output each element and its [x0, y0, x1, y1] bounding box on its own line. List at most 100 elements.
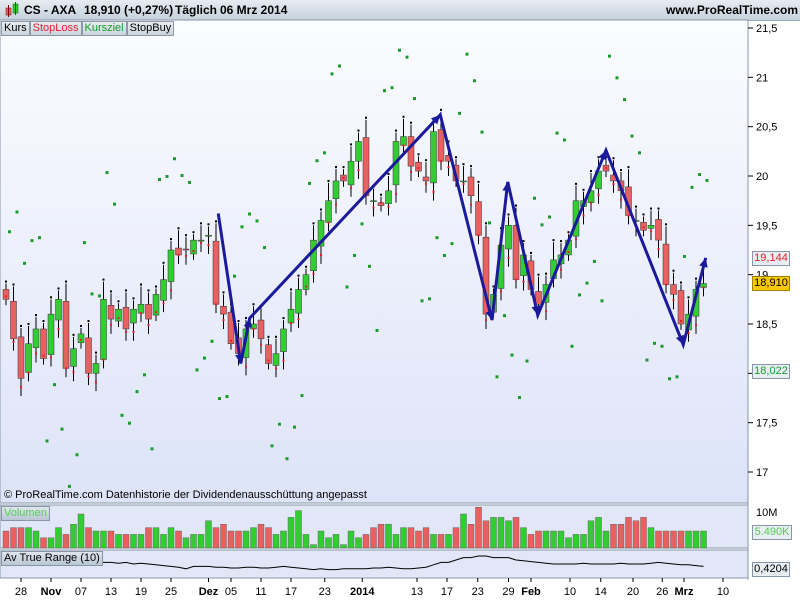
stopbuy-dot	[50, 296, 52, 299]
volume-bar	[415, 530, 422, 549]
candle	[662, 243, 670, 285]
volume-bar	[572, 534, 580, 549]
kursziel-dot	[285, 457, 289, 461]
stopbuy-dot	[635, 205, 637, 208]
stopbuy-dot	[492, 285, 495, 288]
kursziel-dot	[668, 377, 671, 381]
volume-bar	[85, 527, 92, 549]
legend-stoploss[interactable]: StopLoss	[29, 21, 82, 36]
stoploss-dot	[620, 198, 622, 201]
stoploss-dot	[215, 303, 217, 306]
volume-bar	[280, 530, 287, 549]
stopbuy-dot	[567, 231, 570, 234]
volume-bar	[595, 517, 602, 549]
y-tick-label: 19,5	[756, 220, 777, 232]
legend-kurs[interactable]: Kurs	[1, 21, 30, 36]
volume-bar	[535, 530, 542, 549]
stoploss-dot	[312, 272, 315, 275]
stopbuy-dot	[327, 179, 330, 182]
volume-bar	[242, 530, 250, 549]
candle	[407, 136, 415, 167]
kursziel-dot	[623, 98, 626, 102]
candle	[25, 343, 32, 373]
kursziel-dot	[225, 395, 229, 399]
stoploss-dot	[672, 299, 675, 302]
volume-bar	[685, 530, 692, 549]
x-tick-label: 10	[717, 586, 729, 598]
volume-bar	[272, 534, 280, 549]
y-tick-label: 21	[756, 72, 768, 84]
kursziel-dot	[555, 131, 559, 135]
stopbuy-dot	[522, 240, 525, 243]
stopbuy-dot	[335, 166, 337, 169]
kursziel-dot	[263, 246, 266, 250]
x-tick-label: 23	[472, 586, 484, 598]
volume-bar	[640, 517, 647, 549]
stopbuy-dot	[185, 234, 187, 237]
volume-bar	[385, 524, 392, 549]
candle	[325, 200, 332, 223]
kursziel-dot	[30, 239, 34, 243]
volume-bar	[625, 517, 632, 549]
volume-bar	[145, 527, 152, 549]
stopbuy-dot	[455, 156, 457, 159]
stoploss-dot	[387, 205, 390, 208]
stopbuy-dot	[575, 182, 577, 185]
x-tick-label: Feb	[521, 586, 541, 598]
volume-bar	[565, 537, 572, 549]
kursziel-dot	[338, 64, 341, 68]
stopbuy-dot	[215, 220, 217, 223]
volume-bar	[647, 527, 655, 549]
candle	[647, 225, 655, 229]
stopbuy-dot	[485, 222, 487, 225]
legend-kursziel[interactable]: Kursziel	[81, 21, 127, 36]
kursziel-dot	[488, 221, 491, 225]
stopbuy-dot	[305, 265, 307, 268]
x-tick-label: Mrz	[675, 586, 694, 598]
stoploss-dot	[95, 381, 97, 384]
candle	[467, 176, 475, 196]
volume-bar	[542, 530, 550, 549]
volume-bar	[160, 534, 167, 549]
stoploss-dot	[560, 268, 562, 271]
x-tick-label: 13	[105, 586, 117, 598]
stopbuy-dot	[642, 213, 645, 216]
volume-bar	[700, 530, 707, 549]
volume-bar	[175, 530, 182, 549]
candle	[332, 180, 340, 199]
stopbuy-dot	[20, 324, 22, 327]
stoploss-dot	[342, 176, 345, 179]
stopbuy-dot	[552, 239, 555, 242]
stoploss-dot	[5, 295, 7, 298]
volume-bar	[602, 530, 610, 549]
volume-bar	[512, 517, 520, 549]
kursziel-dot	[645, 358, 649, 362]
kursziel-dot	[465, 52, 469, 56]
kursziel-dot	[188, 180, 191, 184]
kursziel-dot	[195, 368, 199, 372]
stoploss-dot	[72, 371, 75, 374]
kursziel-dot	[53, 383, 56, 387]
stopbuy-dot	[590, 170, 592, 173]
volume-bar	[100, 530, 107, 549]
stopbuy-dot	[222, 291, 225, 294]
candle	[107, 305, 115, 320]
volume-scale: 10M	[756, 507, 778, 519]
stoploss-dot	[665, 283, 667, 286]
kursziel-dot	[143, 373, 146, 377]
stopbuy-dot	[612, 157, 615, 160]
candle	[220, 305, 227, 315]
candle	[77, 333, 85, 344]
volume-bar	[325, 537, 332, 549]
stopbuy-dot	[680, 281, 682, 284]
stoploss-dot	[417, 167, 420, 170]
volume-bar	[25, 527, 32, 549]
kursziel-dot	[675, 375, 679, 379]
kursziel-dot	[630, 134, 634, 138]
kursziel-dot	[518, 396, 521, 400]
stopbuy-dot	[12, 283, 15, 286]
legend-stopbuy[interactable]: StopBuy	[126, 21, 175, 36]
kursziel-dot	[390, 86, 394, 90]
volume-bar	[407, 527, 415, 549]
stoploss-dot	[65, 367, 67, 370]
